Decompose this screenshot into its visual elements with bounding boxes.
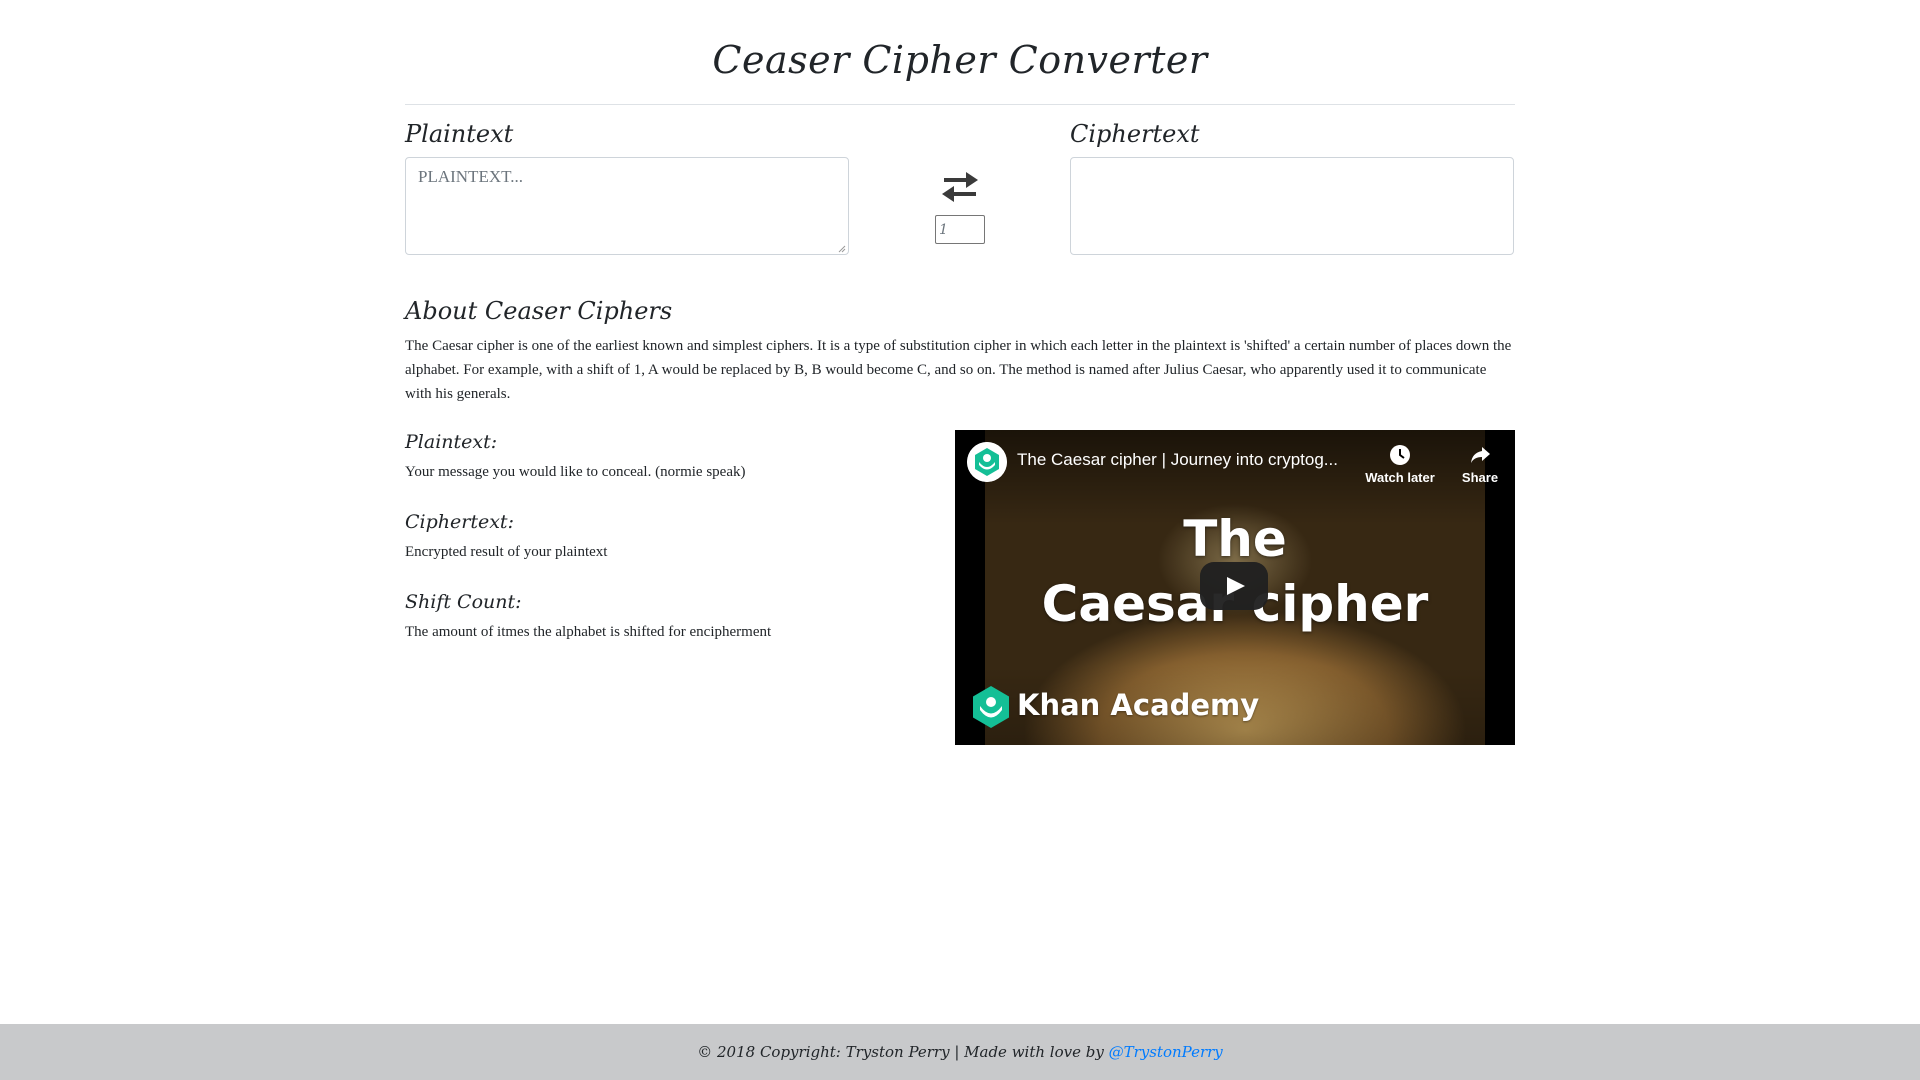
definition-term-plaintext: Plaintext:	[405, 431, 498, 453]
khan-academy-channel-icon[interactable]	[967, 442, 1007, 482]
definition-term-ciphertext: Ciphertext:	[405, 511, 514, 533]
title-divider	[405, 104, 1515, 105]
khan-academy-logo-icon	[973, 686, 1009, 728]
shift-count-input[interactable]	[935, 215, 985, 244]
thumbnail-title-line1: The	[1183, 510, 1287, 568]
khan-academy-brand: Khan Academy	[1017, 688, 1260, 722]
swap-arrows-icon[interactable]	[940, 170, 980, 204]
watch-later-label: Watch later	[1365, 470, 1435, 485]
youtube-video-embed[interactable]: The Caesar cipher | Journey into cryptog…	[955, 430, 1515, 745]
plaintext-label: Plaintext	[405, 120, 514, 148]
clock-icon	[1390, 445, 1410, 465]
page-title: Ceaser Cipher Converter	[712, 38, 1208, 82]
video-title[interactable]: The Caesar cipher | Journey into cryptog…	[1017, 450, 1338, 470]
play-button-icon[interactable]	[1200, 562, 1268, 610]
share-button[interactable]: Share	[1445, 444, 1515, 485]
definition-desc-shift-count: The amount of itmes the alphabet is shif…	[405, 624, 772, 640]
ciphertext-output[interactable]	[1070, 157, 1514, 255]
footer-copyright: © 2018 Copyright: Tryston Perry | Made w…	[697, 1043, 1109, 1061]
watch-later-button[interactable]: Watch later	[1360, 444, 1440, 485]
ciphertext-label: Ciphertext	[1070, 120, 1200, 148]
footer-author-link[interactable]: @TrystonPerry	[1109, 1043, 1223, 1061]
definition-desc-plaintext: Your message you would like to conceal. …	[405, 464, 746, 480]
share-label: Share	[1461, 470, 1499, 485]
about-heading: About Ceaser Ciphers	[405, 297, 673, 325]
share-arrow-icon	[1471, 447, 1490, 463]
definition-desc-ciphertext: Encrypted result of your plaintext	[405, 544, 608, 560]
plaintext-input[interactable]	[405, 157, 849, 255]
about-paragraph: The Caesar cipher is one of the earliest…	[405, 338, 1512, 402]
definition-term-shift-count: Shift Count:	[405, 591, 522, 613]
footer: © 2018 Copyright: Tryston Perry | Made w…	[0, 1024, 1920, 1080]
resize-grip-icon[interactable]	[838, 245, 846, 253]
